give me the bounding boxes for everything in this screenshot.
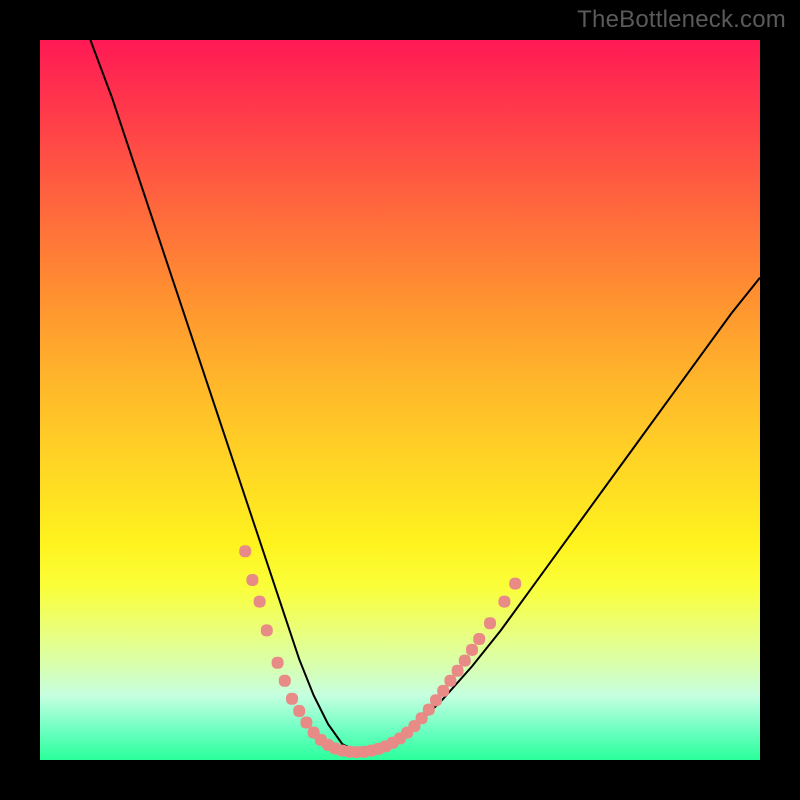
plot-area bbox=[40, 40, 760, 760]
marker-dot bbox=[254, 596, 266, 608]
watermark-text: TheBottleneck.com bbox=[577, 6, 786, 34]
chart-frame: TheBottleneck.com bbox=[0, 0, 800, 800]
marker-dot bbox=[246, 574, 258, 586]
marker-dot bbox=[452, 665, 464, 677]
marker-dot bbox=[279, 675, 291, 687]
marker-dot bbox=[239, 545, 251, 557]
marker-dot bbox=[466, 644, 478, 656]
marker-dot bbox=[272, 657, 284, 669]
marker-dot bbox=[444, 675, 456, 687]
marker-dot bbox=[437, 685, 449, 697]
marker-dot bbox=[473, 633, 485, 645]
marker-dot bbox=[459, 655, 471, 667]
chart-svg bbox=[40, 40, 760, 760]
marker-dot bbox=[509, 578, 521, 590]
marker-dot bbox=[498, 596, 510, 608]
bottleneck-curve bbox=[90, 40, 760, 751]
marker-dot bbox=[261, 624, 273, 636]
marker-dot bbox=[286, 693, 298, 705]
marker-dot bbox=[484, 617, 496, 629]
marker-group bbox=[239, 545, 521, 758]
marker-dot bbox=[300, 717, 312, 729]
marker-dot bbox=[293, 705, 305, 717]
